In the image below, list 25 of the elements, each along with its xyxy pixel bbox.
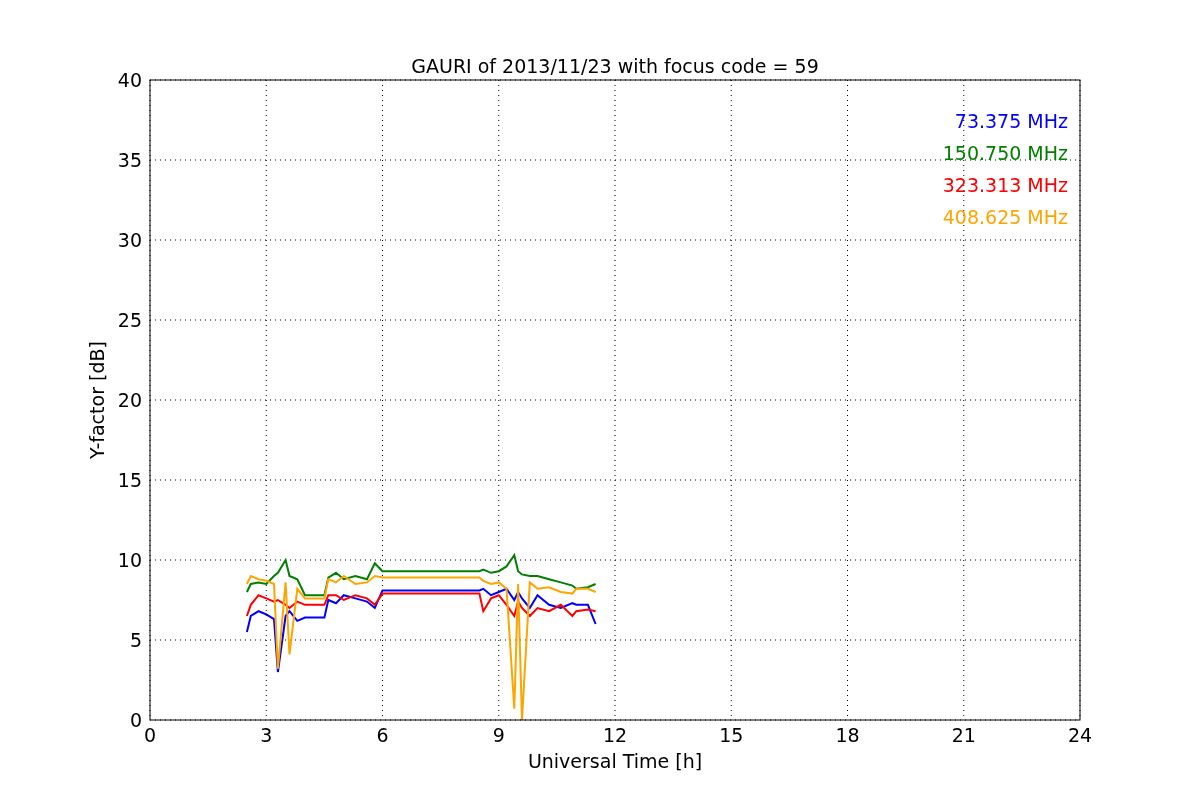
y-tick-label: 5 xyxy=(129,629,142,651)
legend-label: 408.625 MHz xyxy=(942,206,1068,228)
y-tick-label: 35 xyxy=(117,149,142,171)
y-tick-label: 10 xyxy=(117,549,142,571)
y-tick-label: 30 xyxy=(117,229,142,251)
chart-title: GAURI of 2013/11/23 with focus code = 59 xyxy=(411,55,819,77)
y-tick-label: 40 xyxy=(117,69,142,91)
x-tick-label: 0 xyxy=(143,724,157,746)
x-tick-label: 6 xyxy=(376,724,389,746)
x-axis-label: Universal Time [h] xyxy=(527,750,703,772)
y-tick-label: 20 xyxy=(117,389,142,411)
x-tick-label: 21 xyxy=(951,724,976,746)
y-tick-label: 25 xyxy=(117,309,142,331)
x-tick-label: 15 xyxy=(719,724,744,746)
legend-label: 73.375 MHz xyxy=(954,110,1068,132)
legend-label: 150.750 MHz xyxy=(942,142,1068,164)
x-tick-label: 3 xyxy=(260,724,273,746)
legend-label: 323.313 MHz xyxy=(942,174,1068,196)
x-tick-label: 9 xyxy=(492,724,505,746)
x-tick-label: 24 xyxy=(1067,724,1093,746)
y-tick-label: 0 xyxy=(129,709,142,731)
x-tick-label: 18 xyxy=(835,724,860,746)
x-tick-label: 12 xyxy=(602,724,628,746)
y-tick-label: 15 xyxy=(117,469,142,491)
y-axis-label: Y-factor [dB] xyxy=(86,341,108,459)
